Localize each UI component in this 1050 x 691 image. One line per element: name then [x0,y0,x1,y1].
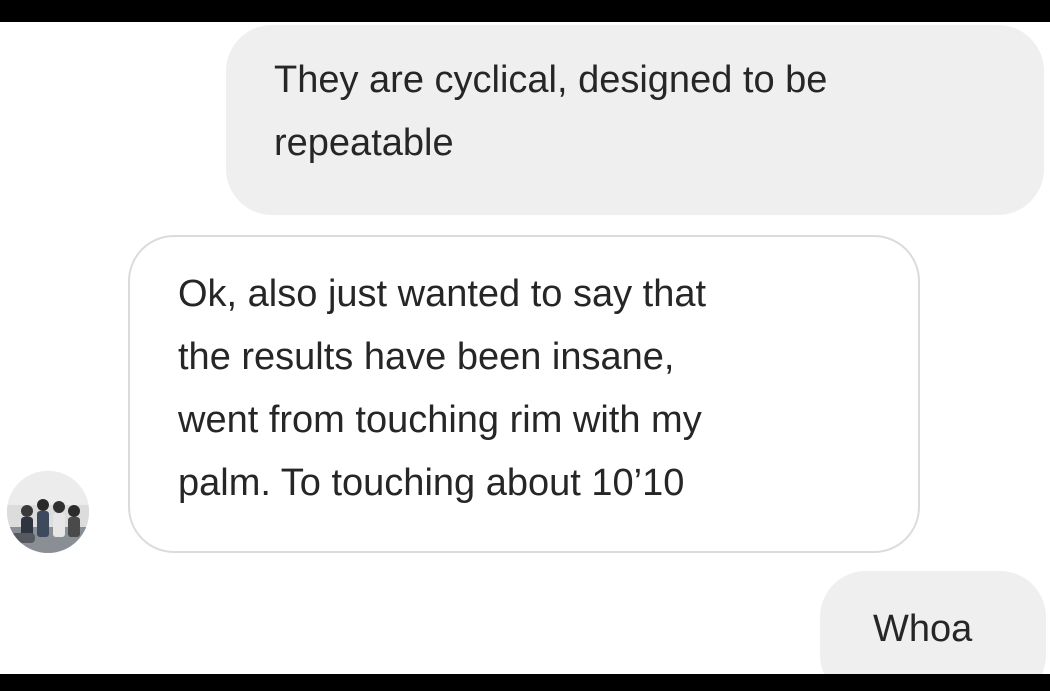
outgoing-message-bubble[interactable]: They are cyclical, designed to be repeat… [226,25,1044,215]
incoming-message-bubble[interactable]: Ok, also just wanted to say that the res… [128,235,920,553]
bottom-letterbox-bar [0,674,1050,691]
sender-avatar[interactable] [7,471,89,553]
chat-thread[interactable]: They are cyclical, designed to be repeat… [0,22,1050,674]
outgoing-message-bubble[interactable]: Whoa [820,571,1046,674]
top-letterbox-bar [0,0,1050,22]
group-photo-avatar-icon [7,471,89,553]
